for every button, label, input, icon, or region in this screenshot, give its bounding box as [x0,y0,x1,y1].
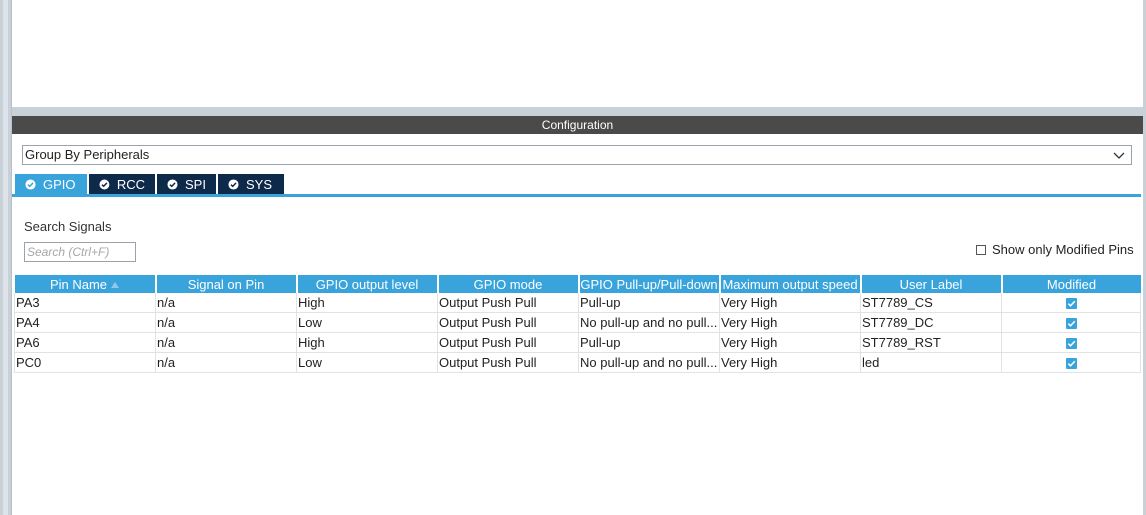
table-row[interactable]: PA4 n/a Low Output Push Pull No pull-up … [14,312,1141,333]
gpio-mode-cell[interactable]: Output Push Pull [437,352,579,373]
check-circle-icon [99,179,110,189]
pull-cell[interactable]: Pull-up [578,332,720,353]
tab-label: GPIO [43,176,76,192]
tab-underline [12,194,1141,197]
pin-name-cell[interactable]: PA4 [14,312,156,333]
show-modified-pins-toggle[interactable]: Show only Modified Pins [976,242,1134,257]
signal-cell[interactable]: n/a [155,332,297,353]
signal-cell[interactable]: n/a [155,352,297,373]
peripheral-tabs: GPIO RCC SPI SYS [15,174,286,194]
pull-cell[interactable]: Pull-up [578,293,720,313]
table-header-row: Pin Name Signal on Pin GPIO output level… [14,275,1141,293]
column-header[interactable]: Signal on Pin [155,275,298,293]
output-level-cell[interactable]: High [296,332,438,353]
show-modified-label: Show only Modified Pins [992,242,1134,257]
check-circle-icon [228,178,239,190]
modified-cell [1001,332,1141,353]
pull-cell[interactable]: No pull-up and no pull... [578,352,720,373]
modified-cell [1001,312,1141,333]
pane-splitter[interactable] [12,107,1143,116]
check-circle-icon [25,178,36,190]
user-label-cell[interactable]: ST7789_RST [860,332,1002,353]
output-level-cell[interactable]: Low [296,312,438,333]
table-row[interactable]: PA6 n/a High Output Push Pull Pull-up Ve… [14,332,1141,353]
output-level-cell[interactable]: High [296,293,438,313]
speed-cell[interactable]: Very High [719,332,861,353]
configuration-header: Configuration [12,116,1143,134]
table-row[interactable]: PC0 n/a Low Output Push Pull No pull-up … [14,352,1141,373]
tab-gpio[interactable]: GPIO [15,174,87,194]
pin-name-cell[interactable]: PC0 [14,352,156,373]
top-pane [12,0,1143,107]
checkbox-checked-icon [1065,338,1077,350]
column-header[interactable]: User Label [860,275,1003,293]
speed-cell[interactable]: Very High [719,312,861,333]
search-input[interactable] [24,242,136,262]
column-header[interactable]: GPIO output level [296,275,439,293]
checkbox[interactable] [976,244,986,255]
chevron-down-icon [1113,152,1125,159]
signal-cell[interactable]: n/a [155,312,297,333]
pull-cell[interactable]: No pull-up and no pull... [578,312,720,333]
column-header[interactable]: GPIO mode [437,275,580,293]
user-label-cell[interactable]: ST7789_CS [860,293,1002,313]
pin-configuration-table: Pin Name Signal on Pin GPIO output level… [14,275,1141,373]
column-header[interactable]: GPIO Pull-up/Pull-down [578,275,721,293]
user-label-cell[interactable]: led [860,352,1002,373]
checkbox-checked-icon [1065,298,1077,310]
search-signals-label: Search Signals [24,219,112,234]
tab-label: RCC [116,176,145,192]
sort-ascending-icon [111,282,120,289]
table-row[interactable]: PA3 n/a High Output Push Pull Pull-up Ve… [14,293,1141,313]
gpio-mode-cell[interactable]: Output Push Pull [437,332,579,353]
tab-rcc[interactable]: RCC [89,174,155,194]
column-header[interactable]: Maximum output speed [719,275,862,293]
user-label-cell[interactable]: ST7789_DC [860,312,1002,333]
speed-cell[interactable]: Very High [719,293,861,313]
gpio-mode-cell[interactable]: Output Push Pull [437,312,579,333]
column-header[interactable]: Pin Name [14,275,157,293]
modified-cell [1001,293,1141,313]
tab-label: SPI [185,176,206,192]
tab-label: SYS [246,176,273,192]
tab-sys[interactable]: SYS [218,174,284,194]
group-by-value: Group By Peripherals [25,147,150,162]
modified-cell [1001,352,1141,373]
gpio-mode-cell[interactable]: Output Push Pull [437,293,579,313]
speed-cell[interactable]: Very High [719,352,861,373]
output-level-cell[interactable]: Low [296,352,438,373]
checkbox-checked-icon [1065,318,1077,330]
checkbox-checked-icon [1065,358,1077,370]
tab-spi[interactable]: SPI [157,174,216,194]
pin-name-cell[interactable]: PA3 [14,293,156,313]
signal-cell[interactable]: n/a [155,293,297,313]
group-by-dropdown[interactable]: Group By Peripherals [22,145,1132,165]
left-panel-border [0,0,12,515]
pin-name-cell[interactable]: PA6 [14,332,156,353]
column-header[interactable]: Modified [1001,275,1141,293]
check-circle-icon [167,178,178,190]
